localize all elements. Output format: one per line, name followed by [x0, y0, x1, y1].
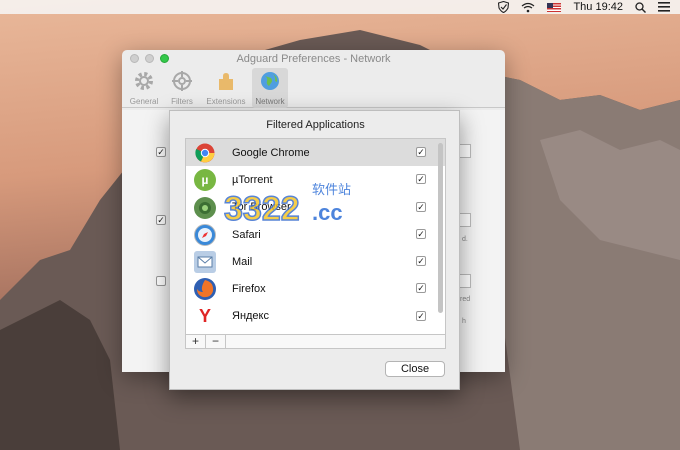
add-remove-bar: + −: [185, 335, 446, 349]
add-app-button[interactable]: +: [186, 335, 206, 348]
background-checkbox[interactable]: ✓: [156, 147, 166, 157]
app-name: Safari: [232, 228, 261, 241]
sheet-title: Filtered Applications: [266, 119, 365, 131]
background-text: h: [462, 318, 466, 325]
firefox-icon: [194, 278, 216, 301]
tab-filters-label: Filters: [171, 97, 193, 106]
background-checkbox[interactable]: ✓: [156, 215, 166, 225]
close-button[interactable]: Close: [385, 361, 445, 377]
chrome-icon: [194, 142, 216, 164]
list-item[interactable]: Mail ✓: [186, 248, 445, 275]
menubar-clock[interactable]: Thu 19:42: [573, 0, 623, 14]
app-checkbox[interactable]: ✓: [416, 256, 426, 267]
remove-app-button[interactable]: −: [206, 335, 226, 348]
tab-extensions-label: Extensions: [206, 97, 246, 106]
tab-general[interactable]: General: [126, 68, 162, 108]
input-source-flag-icon[interactable]: [547, 0, 562, 14]
globe-icon: [259, 70, 281, 97]
notification-center-icon[interactable]: [658, 0, 670, 14]
tab-general-label: General: [129, 97, 159, 106]
utorrent-icon: µ: [194, 169, 216, 192]
list-item[interactable]: Google Chrome ✓: [186, 139, 445, 167]
background-text: d.: [462, 236, 468, 243]
minimize-window-button[interactable]: [145, 54, 154, 63]
safari-icon: [194, 223, 216, 246]
app-checkbox[interactable]: ✓: [416, 174, 426, 185]
list-item[interactable]: Y Яндекс ✓: [186, 303, 445, 330]
watermark-logo: 3322 .cc 软件站: [224, 183, 351, 229]
filtered-applications-sheet: Filtered Applications Google Chrome ✓ µ …: [169, 110, 460, 390]
app-checkbox[interactable]: ✓: [416, 310, 426, 321]
menu-bar: Thu 19:42: [0, 0, 680, 14]
adguard-menu-icon[interactable]: [498, 0, 510, 14]
window-titlebar: Adguard Preferences - Network: [122, 50, 505, 68]
gear-icon: [133, 70, 155, 97]
app-name: Google Chrome: [232, 146, 310, 159]
tab-network-label: Network: [255, 97, 285, 106]
close-window-button[interactable]: [130, 54, 139, 63]
app-checkbox[interactable]: ✓: [416, 228, 426, 239]
mail-icon: [194, 251, 216, 274]
applications-list[interactable]: Google Chrome ✓ µ µTorrent ✓ Tor Browser…: [185, 138, 446, 335]
tab-network[interactable]: Network: [252, 68, 288, 108]
background-text: red: [460, 296, 471, 303]
spotlight-search-icon[interactable]: [635, 0, 646, 14]
window-title: Adguard Preferences - Network: [236, 53, 391, 65]
preferences-toolbar: General Filters Extensions Network: [122, 68, 505, 108]
svg-text:软件站: 软件站: [312, 183, 351, 198]
zoom-window-button[interactable]: [160, 54, 169, 63]
yandex-icon: Y: [198, 306, 211, 327]
tor-icon: [194, 196, 216, 219]
app-checkbox[interactable]: ✓: [416, 283, 426, 294]
background-field[interactable]: [459, 213, 471, 227]
app-name: Яндекс: [232, 310, 269, 323]
tab-extensions[interactable]: Extensions: [202, 68, 250, 108]
app-name: Mail: [232, 255, 253, 268]
background-field[interactable]: [459, 274, 471, 288]
svg-text:3322: 3322: [224, 190, 300, 228]
background-field[interactable]: [459, 144, 471, 158]
tab-filters[interactable]: Filters: [164, 68, 200, 108]
wifi-icon[interactable]: [521, 0, 535, 14]
app-checkbox[interactable]: ✓: [416, 147, 426, 157]
list-item[interactable]: Firefox ✓: [186, 275, 445, 302]
list-scrollbar[interactable]: [438, 143, 443, 313]
filters-icon: [171, 70, 193, 97]
extensions-icon: [215, 70, 237, 97]
app-name: Firefox: [232, 283, 266, 296]
svg-text:.cc: .cc: [312, 200, 343, 225]
app-checkbox[interactable]: ✓: [416, 201, 426, 212]
background-checkbox[interactable]: [156, 276, 166, 286]
